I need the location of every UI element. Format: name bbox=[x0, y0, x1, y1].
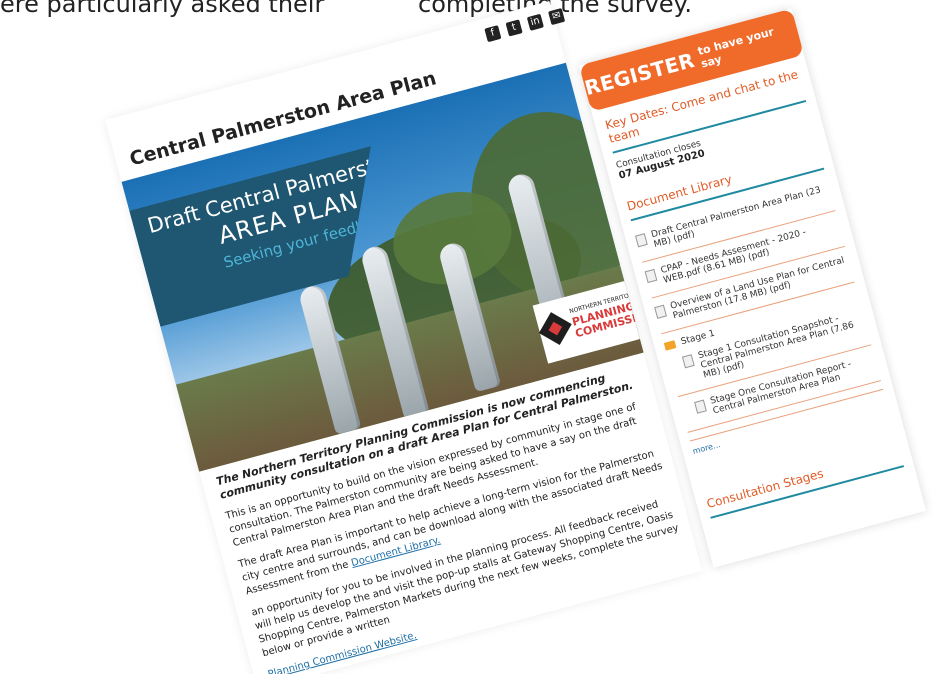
pdf-file-icon bbox=[694, 399, 707, 414]
pdf-file-icon bbox=[644, 268, 658, 284]
email-icon[interactable]: ✉ bbox=[548, 8, 566, 26]
linkedin-icon[interactable]: in bbox=[526, 13, 544, 31]
screenshot-stage: ere particularly asked their completing … bbox=[0, 0, 940, 674]
document-list: Draft Central Palmerston Area Plan (23 M… bbox=[632, 175, 884, 442]
document-library-section: Document Library Draft Central Palmersto… bbox=[625, 148, 887, 456]
pdf-file-icon bbox=[654, 304, 667, 319]
register-button-label: REGISTER bbox=[582, 47, 697, 101]
background-text-left: ere particularly asked their bbox=[0, 0, 325, 18]
twitter-icon[interactable]: t bbox=[505, 19, 523, 37]
pdf-file-icon bbox=[681, 354, 695, 369]
web-page-preview: Central Palmerston Area Plan f t in ✉ Dr… bbox=[105, 0, 934, 674]
consultation-stages-section: Consultation Stages bbox=[705, 445, 905, 519]
consultation-stages-title: Consultation Stages bbox=[705, 445, 905, 519]
register-button-subtext: to have your say bbox=[696, 25, 776, 71]
logo-mark bbox=[538, 312, 572, 345]
facebook-icon[interactable]: f bbox=[484, 25, 502, 43]
pdf-file-icon bbox=[635, 233, 648, 248]
